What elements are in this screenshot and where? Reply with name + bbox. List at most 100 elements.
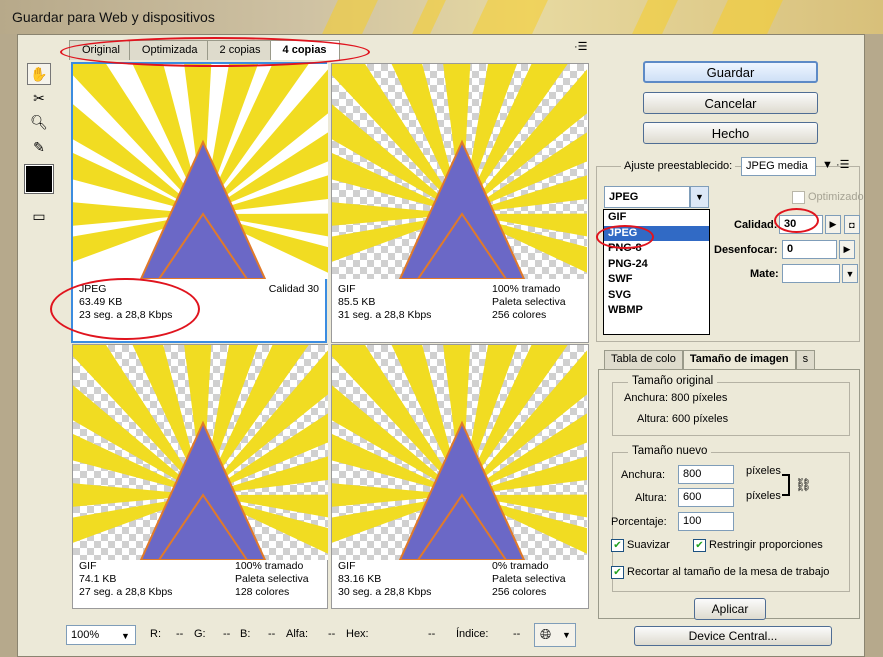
pane-setting: 100% tramado <box>235 560 304 572</box>
height-input[interactable]: 600 <box>678 488 734 507</box>
annotation-ellipse <box>596 225 654 249</box>
optimize-menu-icon[interactable]: ·☰ <box>836 158 850 171</box>
b-label: B: <box>240 628 251 640</box>
tab-other[interactable]: s <box>795 350 816 369</box>
pane-size: 74.1 KB <box>79 573 117 585</box>
format-option-png24[interactable]: PNG-24 <box>604 257 709 273</box>
annotation-ellipse <box>774 208 819 233</box>
percent-input[interactable]: 100 <box>678 512 734 531</box>
g-value: -- <box>223 628 231 640</box>
title-decoration <box>712 0 783 34</box>
hand-icon[interactable]: ✋ <box>27 63 51 85</box>
title-bar: Guardar para Web y dispositivos <box>0 0 883 34</box>
constrain-label: Restringir proporciones <box>709 539 823 551</box>
hex-label: Hex: <box>346 628 369 640</box>
done-button[interactable]: Hecho <box>643 122 818 144</box>
alpha-value: -- <box>328 628 336 640</box>
preview-image[interactable] <box>332 64 587 279</box>
preset-select[interactable]: JPEG media <box>741 157 816 176</box>
preview-image[interactable] <box>73 64 328 279</box>
title-decoration <box>412 0 446 34</box>
hex-value: -- <box>428 628 436 640</box>
status-bar: R: -- G: -- B: -- Alfa: -- Hex: -- Índic… <box>63 622 593 646</box>
matte-select[interactable] <box>782 264 840 283</box>
optimized-label: Optimizado <box>808 191 864 203</box>
save-button[interactable]: Guardar <box>643 61 818 83</box>
format-option-gif[interactable]: GIF <box>604 210 709 226</box>
link-icon: ⛓ <box>795 477 812 492</box>
preview-graphic <box>332 345 587 560</box>
chevron-down-icon[interactable]: ▼ <box>842 264 858 283</box>
apply-button[interactable]: Aplicar <box>694 598 766 620</box>
height-label: Altura: <box>635 492 667 504</box>
pane-size: 85.5 KB <box>338 296 376 308</box>
blur-label: Desenfocar: <box>714 244 778 256</box>
slice-select-icon[interactable]: ✂ <box>27 87 51 109</box>
new-size-title: Tamaño nuevo <box>628 445 712 457</box>
chevron-down-icon[interactable]: ▼ <box>822 159 833 171</box>
format-select[interactable]: JPEG <box>604 186 690 208</box>
width-input[interactable]: 800 <box>678 465 734 484</box>
preview-graphic <box>73 64 328 279</box>
eyedropper-icon[interactable]: ✎ <box>27 136 51 158</box>
pane-palette: Paleta selectiva <box>235 573 309 585</box>
pane-format: GIF <box>338 560 356 572</box>
alpha-label: Alfa: <box>286 628 309 640</box>
tab-color-table[interactable]: Tabla de colo <box>604 350 683 369</box>
preview-image[interactable] <box>332 345 587 560</box>
settings-tabs: Tabla de colo Tamaño de imagen s <box>604 350 816 369</box>
pane-palette: Paleta selectiva <box>492 573 566 585</box>
constrain-bracket <box>782 474 790 496</box>
preview-in-browser-button[interactable]: 🌐︎ ▼ <box>534 623 576 647</box>
quality-slider-arrow-icon[interactable]: ▶ <box>825 215 841 234</box>
tab-image-size[interactable]: Tamaño de imagen <box>682 350 796 369</box>
title-decoration <box>322 0 378 34</box>
pane-download-time: 31 seg. a 28,8 Kbps <box>338 309 432 321</box>
format-option-wbmp[interactable]: WBMP <box>604 303 709 319</box>
constrain-checkbox[interactable]: ✔ <box>693 539 706 552</box>
pane-palette: Paleta selectiva <box>492 296 566 308</box>
cancel-button[interactable]: Cancelar <box>643 92 818 114</box>
original-size-title: Tamaño original <box>628 375 718 387</box>
original-height: Altura: 600 píxeles <box>637 413 729 425</box>
zoom-icon[interactable]: 🔍︎ <box>27 111 51 133</box>
chevron-down-icon[interactable]: ▼ <box>690 186 709 208</box>
preset-label: Ajuste preestablecido: <box>621 160 736 172</box>
blur-slider-arrow-icon[interactable]: ▶ <box>839 240 855 259</box>
annotation-ellipse <box>60 37 370 67</box>
toggle-slices-visibility-icon[interactable]: ▭ <box>27 205 51 227</box>
pane-format: GIF <box>79 560 97 572</box>
blur-input[interactable]: 0 <box>782 240 837 259</box>
pane-info: GIF 83.16 KB 30 seg. a 28,8 Kbps 0% tram… <box>334 560 584 610</box>
menu-icon[interactable]: ·☰ <box>574 40 588 53</box>
annotation-ellipse <box>50 278 200 340</box>
device-central-button[interactable]: Device Central... <box>634 626 832 646</box>
crop-to-artboard-label: Recortar al tamaño de la mesa de trabajo <box>627 566 830 578</box>
quality-label: Calidad: <box>734 219 778 231</box>
format-option-svg[interactable]: SVG <box>604 288 709 304</box>
smooth-label: Suavizar <box>627 539 670 551</box>
smooth-checkbox[interactable]: ✔ <box>611 539 624 552</box>
quality-mask-icon[interactable]: ◘ <box>844 215 860 234</box>
eyedropper-color-swatch[interactable] <box>24 164 54 194</box>
pane-download-time: 27 seg. a 28,8 Kbps <box>79 586 173 598</box>
pane-size: 83.16 KB <box>338 573 382 585</box>
pane-download-time: 30 seg. a 28,8 Kbps <box>338 586 432 598</box>
index-label: Índice: <box>456 628 489 640</box>
pane-info: GIF 85.5 KB 31 seg. a 28,8 Kbps 100% tra… <box>334 283 584 333</box>
optimized-checkbox[interactable] <box>792 191 805 204</box>
crop-to-artboard-checkbox[interactable]: ✔ <box>611 566 624 579</box>
window-title: Guardar para Web y dispositivos <box>12 9 215 25</box>
format-option-swf[interactable]: SWF <box>604 272 709 288</box>
r-value: -- <box>176 628 184 640</box>
original-size-group <box>612 382 850 436</box>
pane-setting: Calidad 30 <box>268 283 319 295</box>
percent-label: Porcentaje: <box>611 516 667 528</box>
original-width: Anchura: 800 píxeles <box>624 392 728 404</box>
pane-setting: 0% tramado <box>492 560 549 572</box>
width-label: Anchura: <box>621 469 666 481</box>
matte-label: Mate: <box>750 268 779 280</box>
browser-globe-icon: 🌐︎ <box>540 626 552 642</box>
preview-graphic <box>73 345 328 560</box>
preview-image[interactable] <box>73 345 328 560</box>
